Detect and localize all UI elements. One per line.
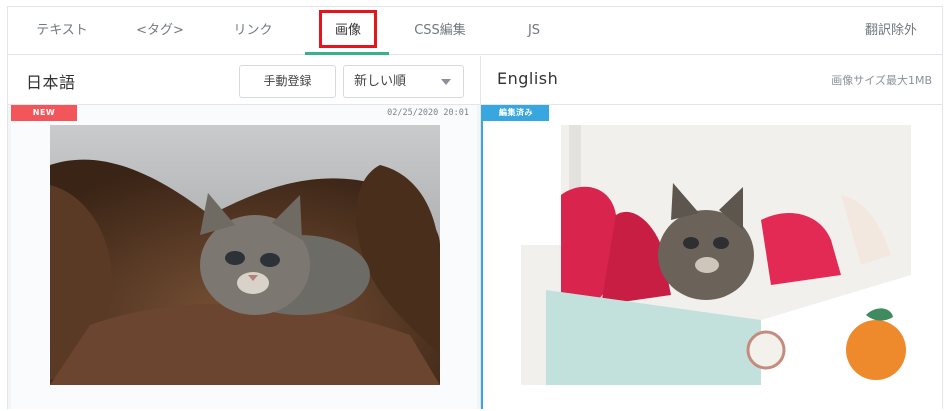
source-image-card[interactable]: NEW 02/25/2020 20:01 xyxy=(11,105,477,409)
timestamp: 02/25/2020 20:01 xyxy=(387,108,469,118)
edited-badge: 編集済み xyxy=(483,105,549,121)
caret-down-icon xyxy=(441,79,451,85)
target-language-title: English xyxy=(497,69,559,88)
tab-js[interactable]: JS xyxy=(514,7,554,55)
highlight-annotation-box xyxy=(319,10,377,48)
new-badge: NEW xyxy=(11,105,77,121)
kitten-on-blanket-image xyxy=(50,125,440,385)
kitten-in-box-image xyxy=(521,125,911,385)
image-size-note: 画像サイズ最大1MB xyxy=(831,74,932,87)
target-language-pane: English 画像サイズ最大1MB 編集済み xyxy=(480,56,942,409)
tab-css-edit[interactable]: CSS編集 xyxy=(405,7,475,55)
translation-editor: テキスト <タグ> リンク 画像 CSS編集 JS 翻訳除外 日本語 手動登録 … xyxy=(7,6,943,409)
tab-link[interactable]: リンク xyxy=(222,7,284,55)
manual-register-button[interactable]: 手動登録 xyxy=(239,65,336,98)
target-pane-header: English 画像サイズ最大1MB xyxy=(481,56,942,105)
tab-bar: テキスト <タグ> リンク 画像 CSS編集 JS 翻訳除外 xyxy=(8,7,942,55)
active-tab-indicator xyxy=(305,52,389,55)
target-image-card[interactable]: 編集済み xyxy=(481,105,943,409)
sort-order-value: 新しい順 xyxy=(354,74,407,89)
source-language-pane: 日本語 手動登録 新しい順 NEW 02/25/2020 20:01 xyxy=(8,56,480,409)
tab-translation-exclusion[interactable]: 翻訳除外 xyxy=(856,7,926,55)
source-language-title: 日本語 xyxy=(26,73,76,92)
source-pane-header: 日本語 手動登録 新しい順 xyxy=(8,56,480,105)
tab-tag[interactable]: <タグ> xyxy=(126,7,194,55)
tab-text[interactable]: テキスト xyxy=(26,7,98,55)
sort-order-select[interactable]: 新しい順 xyxy=(343,65,464,98)
